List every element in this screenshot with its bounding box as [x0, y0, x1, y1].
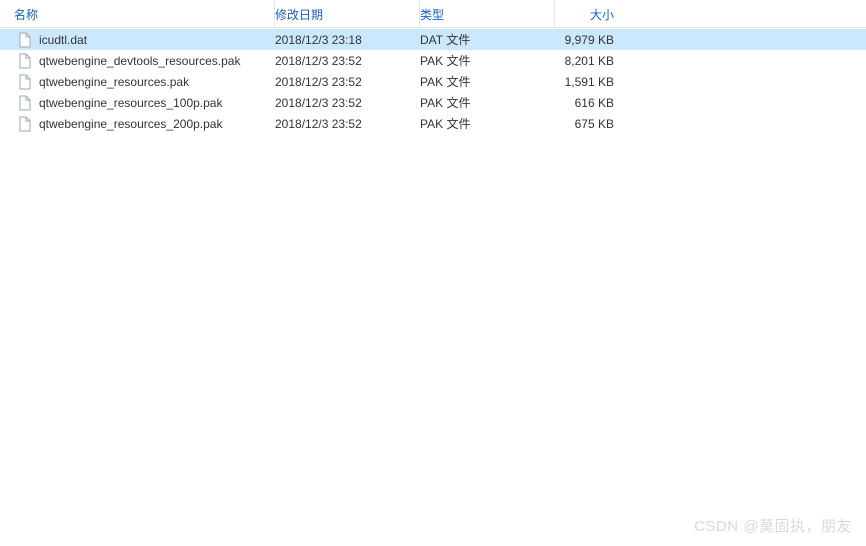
file-name-text: qtwebengine_devtools_resources.pak: [39, 54, 240, 68]
file-name-cell: qtwebengine_resources.pak: [0, 71, 275, 92]
file-type-cell: PAK 文件: [420, 50, 555, 71]
file-row[interactable]: icudtl.dat 2018/12/3 23:18DAT 文件9,979 KB: [0, 29, 866, 50]
file-icon: [17, 32, 33, 48]
file-size-cell: 9,979 KB: [555, 29, 620, 50]
file-name-cell: icudtl.dat: [0, 29, 275, 50]
file-type-cell: DAT 文件: [420, 29, 555, 50]
column-header-name[interactable]: 名称: [0, 0, 275, 27]
file-name-text: qtwebengine_resources_100p.pak: [39, 96, 222, 110]
file-name-cell: qtwebengine_devtools_resources.pak: [0, 50, 275, 71]
file-size-cell: 8,201 KB: [555, 50, 620, 71]
column-header-size[interactable]: 大小: [555, 0, 620, 27]
file-row[interactable]: qtwebengine_resources.pak 2018/12/3 23:52…: [0, 71, 866, 92]
file-date-cell: 2018/12/3 23:52: [275, 113, 420, 134]
file-icon: [17, 74, 33, 90]
file-date-cell: 2018/12/3 23:52: [275, 71, 420, 92]
file-name-cell: qtwebengine_resources_200p.pak: [0, 113, 275, 134]
file-name-cell: qtwebengine_resources_100p.pak: [0, 92, 275, 113]
file-list: icudtl.dat2018/12/3 23:18DAT 文件9,979 KB …: [0, 28, 866, 134]
file-date-cell: 2018/12/3 23:52: [275, 50, 420, 71]
file-name-text: icudtl.dat: [39, 33, 87, 47]
file-type-cell: PAK 文件: [420, 113, 555, 134]
file-date-cell: 2018/12/3 23:18: [275, 29, 420, 50]
file-row[interactable]: qtwebengine_resources_100p.pak 2018/12/3 …: [0, 92, 866, 113]
file-size-cell: 675 KB: [555, 113, 620, 134]
file-date-cell: 2018/12/3 23:52: [275, 92, 420, 113]
file-row[interactable]: qtwebengine_devtools_resources.pak 2018/1…: [0, 50, 866, 71]
column-header-type[interactable]: 类型: [420, 0, 555, 27]
file-type-cell: PAK 文件: [420, 92, 555, 113]
file-icon: [17, 116, 33, 132]
file-row[interactable]: qtwebengine_resources_200p.pak 2018/12/3 …: [0, 113, 866, 134]
file-size-cell: 1,591 KB: [555, 71, 620, 92]
column-header-date[interactable]: 修改日期: [275, 0, 420, 27]
file-icon: [17, 53, 33, 69]
file-icon: [17, 95, 33, 111]
file-size-cell: 616 KB: [555, 92, 620, 113]
column-header-row: 名称 修改日期 类型 大小: [0, 0, 866, 28]
file-name-text: qtwebengine_resources_200p.pak: [39, 117, 222, 131]
file-name-text: qtwebengine_resources.pak: [39, 75, 189, 89]
watermark-text: CSDN @莫固执，朋友: [694, 515, 852, 536]
file-type-cell: PAK 文件: [420, 71, 555, 92]
